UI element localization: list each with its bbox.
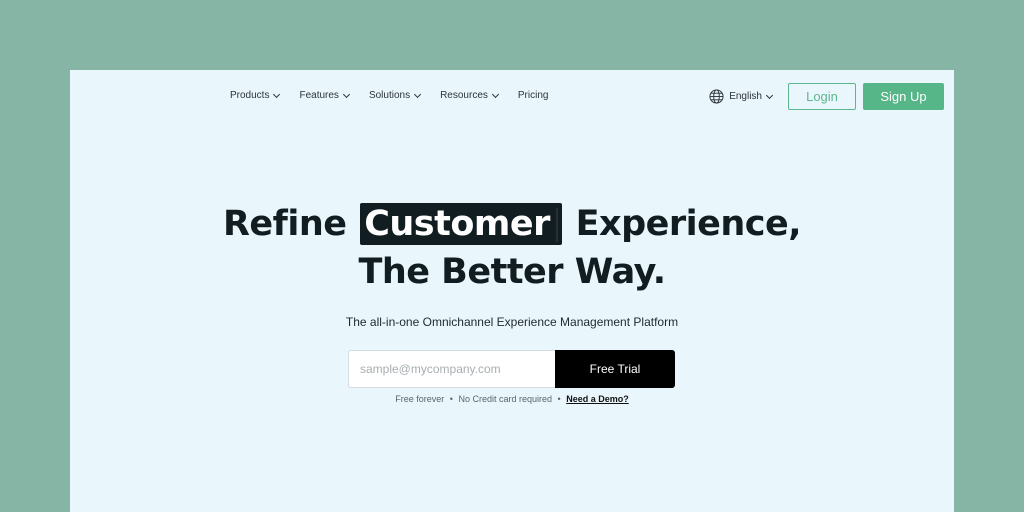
headline-word-refine: Refine xyxy=(222,204,347,244)
need-demo-link[interactable]: Need a Demo? xyxy=(566,394,629,404)
chevron-down-icon xyxy=(414,90,422,99)
nav-pricing[interactable]: Pricing xyxy=(518,89,549,103)
nav-pricing-label: Pricing xyxy=(517,90,549,101)
nav-resources[interactable]: Resources xyxy=(440,89,499,103)
chevron-down-icon xyxy=(342,90,350,99)
bullet-separator: • xyxy=(557,394,561,404)
trial-signup-form: Free Trial xyxy=(348,350,675,388)
headline-line2: The Better Way. xyxy=(358,252,666,292)
chevron-down-icon xyxy=(765,91,774,99)
nav-features[interactable]: Features xyxy=(299,89,350,103)
landing-page: Products Features Solutions Resources Pr… xyxy=(70,70,954,512)
nav-solutions-label: Solutions xyxy=(368,90,411,101)
free-trial-button[interactable]: Free Trial xyxy=(555,350,675,388)
header-actions: English Login Sign Up xyxy=(709,83,944,110)
hero-subtitle: The all-in-one Omnichannel Experience Ma… xyxy=(345,315,679,329)
globe-icon xyxy=(709,89,724,104)
nav-features-label: Features xyxy=(299,90,339,101)
signup-fineprint: Free forever • No Credit card required •… xyxy=(70,394,954,404)
signup-button[interactable]: Sign Up xyxy=(863,83,944,110)
login-button[interactable]: Login xyxy=(788,83,856,110)
fineprint-no-credit-card: No Credit card required xyxy=(458,394,553,404)
nav-solutions[interactable]: Solutions xyxy=(368,89,422,103)
headline-word-experience: Experience, xyxy=(575,204,802,244)
bullet-separator: • xyxy=(449,394,453,404)
main-nav: Products Features Solutions Resources Pr… xyxy=(230,89,568,103)
chevron-down-icon xyxy=(491,90,499,99)
fineprint-free-forever: Free forever xyxy=(395,394,445,404)
language-label: English xyxy=(729,91,762,102)
nav-products-label: Products xyxy=(230,90,270,101)
hero-headline: Refine Customer Experience, The Better W… xyxy=(70,200,954,296)
headline-highlight: Customer xyxy=(360,203,562,245)
nav-products[interactable]: Products xyxy=(230,89,281,103)
headline-highlight-text: Customer xyxy=(364,204,550,244)
nav-resources-label: Resources xyxy=(440,90,488,101)
chevron-down-icon xyxy=(273,90,281,99)
text-cursor xyxy=(555,208,558,242)
email-input[interactable] xyxy=(348,350,555,388)
language-selector[interactable]: English xyxy=(709,89,774,104)
